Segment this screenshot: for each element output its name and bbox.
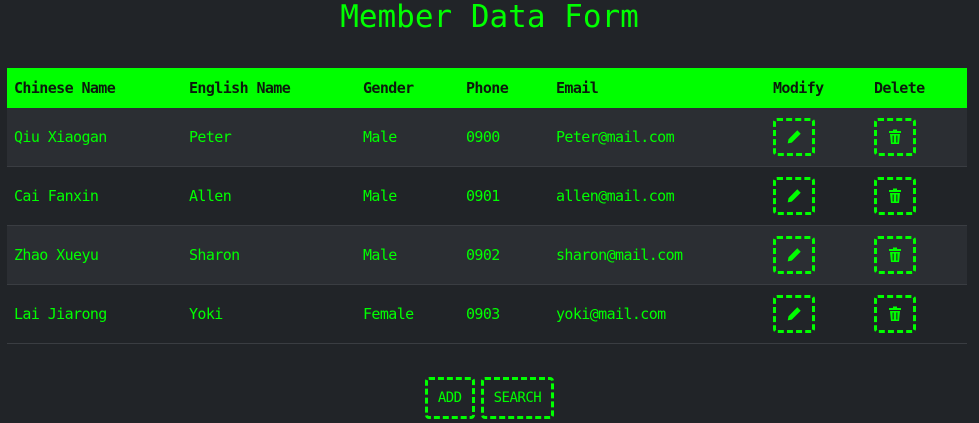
cell-phone: 0903 — [459, 284, 549, 344]
modify-button[interactable] — [773, 177, 815, 215]
table-row: Lai Jiarong Yoki Female 0903 yoki@mail.c… — [7, 284, 967, 344]
cell-gender: Male — [356, 108, 459, 167]
pencil-icon — [787, 307, 801, 321]
trash-icon — [889, 188, 901, 203]
cell-modify — [766, 225, 867, 285]
page-title: Member Data Form — [340, 0, 639, 35]
cell-email: Peter@mail.com — [549, 108, 766, 167]
cell-chinese-name: Zhao Xueyu — [7, 225, 182, 285]
header-chinese-name: Chinese Name — [7, 68, 182, 108]
cell-phone: 0901 — [459, 166, 549, 226]
cell-english-name: Sharon — [182, 225, 356, 285]
delete-button[interactable] — [874, 295, 916, 333]
cell-gender: Male — [356, 166, 459, 226]
table-header-row: Chinese Name English Name Gender Phone E… — [7, 68, 967, 108]
page: Member Data Form Chinese Name English Na… — [0, 0, 979, 423]
cell-modify — [766, 166, 867, 226]
cell-delete — [867, 108, 967, 167]
header-delete: Delete — [867, 68, 967, 108]
header-email: Email — [549, 68, 766, 108]
cell-chinese-name: Cai Fanxin — [7, 166, 182, 226]
cell-email: allen@mail.com — [549, 166, 766, 226]
cell-english-name: Yoki — [182, 284, 356, 344]
add-button[interactable]: ADD — [424, 377, 475, 419]
delete-button[interactable] — [874, 118, 916, 156]
header-modify: Modify — [766, 68, 867, 108]
cell-phone: 0900 — [459, 108, 549, 167]
table-row: Qiu Xiaogan Peter Male 0900 Peter@mail.c… — [7, 108, 967, 167]
cell-delete — [867, 284, 967, 344]
cell-email: yoki@mail.com — [549, 284, 766, 344]
trash-icon — [889, 306, 901, 321]
trash-icon — [889, 247, 901, 262]
table-row: Cai Fanxin Allen Male 0901 allen@mail.co… — [7, 166, 967, 226]
modify-button[interactable] — [773, 236, 815, 274]
cell-delete — [867, 166, 967, 226]
trash-icon — [889, 129, 901, 144]
pencil-icon — [787, 248, 801, 262]
modify-button[interactable] — [773, 118, 815, 156]
header-phone: Phone — [459, 68, 549, 108]
cell-chinese-name: Qiu Xiaogan — [7, 108, 182, 167]
pencil-icon — [787, 189, 801, 203]
header-gender: Gender — [356, 68, 459, 108]
cell-modify — [766, 108, 867, 167]
cell-delete — [867, 225, 967, 285]
search-button[interactable]: SEARCH — [480, 377, 555, 419]
cell-english-name: Peter — [182, 108, 356, 167]
cell-phone: 0902 — [459, 225, 549, 285]
cell-gender: Male — [356, 225, 459, 285]
cell-modify — [766, 284, 867, 344]
delete-button[interactable] — [874, 236, 916, 274]
member-table: Chinese Name English Name Gender Phone E… — [7, 68, 967, 344]
cell-gender: Female — [356, 284, 459, 344]
cell-english-name: Allen — [182, 166, 356, 226]
pencil-icon — [787, 130, 801, 144]
table-row: Zhao Xueyu Sharon Male 0902 sharon@mail.… — [7, 225, 967, 285]
delete-button[interactable] — [874, 177, 916, 215]
bottom-actions: ADD SEARCH — [0, 377, 979, 419]
cell-chinese-name: Lai Jiarong — [7, 284, 182, 344]
modify-button[interactable] — [773, 295, 815, 333]
cell-email: sharon@mail.com — [549, 225, 766, 285]
header-english-name: English Name — [182, 68, 356, 108]
